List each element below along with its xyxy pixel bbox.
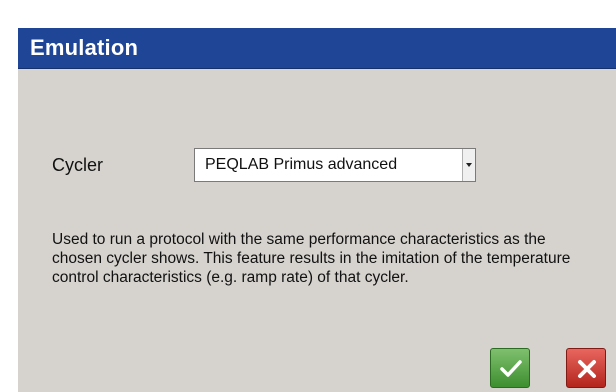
cancel-button[interactable] <box>566 348 606 388</box>
cycler-select-value: PEQLAB Primus advanced <box>205 156 398 173</box>
chevron-down-icon[interactable] <box>462 149 475 181</box>
dialog-title: Emulation <box>30 35 139 60</box>
ok-button[interactable] <box>490 348 530 388</box>
checkmark-icon <box>500 360 522 377</box>
dialog-titlebar: Emulation <box>18 28 616 69</box>
cycler-select[interactable]: PEQLAB Primus advanced <box>194 148 476 182</box>
cycler-label: Cycler <box>52 155 104 175</box>
close-icon <box>578 360 596 378</box>
description-text: Used to run a protocol with the same per… <box>52 231 571 286</box>
emulation-dialog: Emulation Cycler PEQLAB Primus advanced … <box>18 28 616 392</box>
